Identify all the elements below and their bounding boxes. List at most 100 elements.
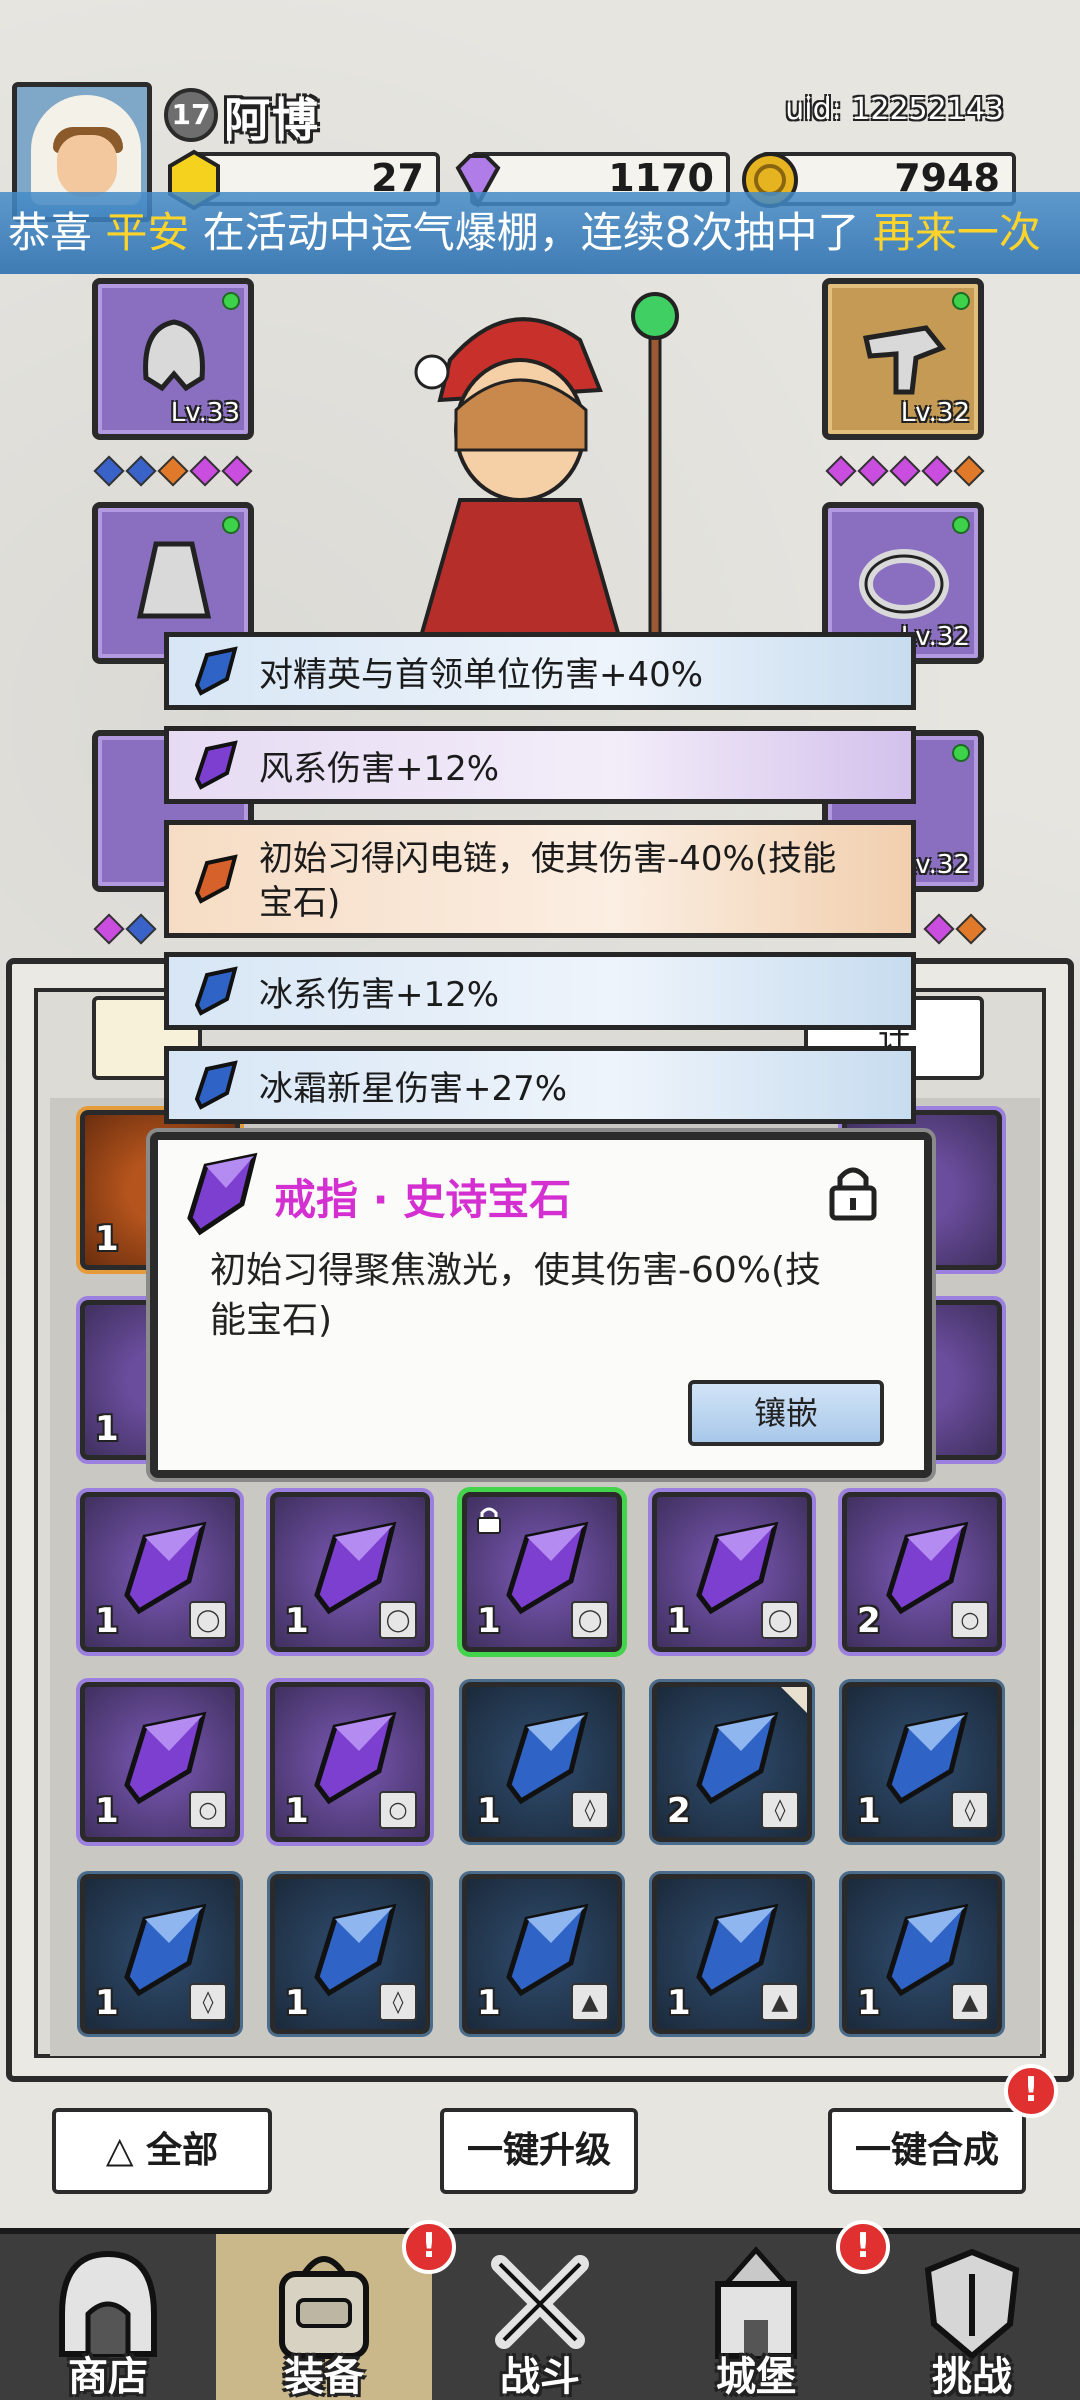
gem-cell[interactable]: 1 ◊ — [80, 1874, 240, 2034]
gem-quantity: 1 — [477, 1791, 501, 1831]
affix-row: 初始习得闪电链，使其伤害-40%(技能宝石) — [164, 820, 916, 938]
player-name: 阿博 — [224, 93, 320, 147]
gem-detail-popup: 戒指 · 史诗宝石 初始习得聚焦激光，使其伤害-60%(技能宝石) 镶嵌 — [150, 1132, 932, 1478]
affix-row: 对精英与首领单位伤害+40% — [164, 632, 916, 710]
gem-quantity: 1 — [857, 1791, 881, 1831]
affix-text: 初始习得闪电链，使其伤害-40%(技能宝石) — [259, 839, 837, 923]
gem-quantity: 1 — [477, 1601, 501, 1641]
nav-label: 装备 — [284, 2354, 364, 2400]
nav-label: 商店 — [68, 2354, 148, 2400]
ring-slot-icon: ◯ — [761, 1601, 799, 1639]
gem-cell[interactable]: 1 ◯ — [80, 1492, 240, 1652]
armor-slot-icon: ▲ — [951, 1983, 989, 2021]
equip-ready-dot — [222, 292, 240, 310]
affix-text: 冰霜新星伤害+27% — [259, 1068, 568, 1109]
player-uid: uid: 12252143 — [785, 92, 1004, 127]
purple-gem-icon — [194, 740, 238, 790]
gem-cell[interactable]: 1 ▲ — [462, 1874, 622, 2034]
gem-socket-row-right-1 — [825, 455, 985, 487]
amulet-slot-icon: ○ — [951, 1601, 989, 1639]
affix-row: 冰霜新星伤害+27% — [164, 1046, 916, 1124]
equip-alert-badge: ! — [402, 2220, 456, 2274]
gem-cell[interactable]: 1 ◊ — [270, 1874, 430, 2034]
gem-quantity: 1 — [95, 1409, 119, 1449]
bracer-icon — [862, 325, 947, 395]
gem-quantity: 1 — [285, 1983, 309, 2023]
embed-button[interactable]: 镶嵌 — [688, 1380, 884, 1446]
gem-quantity: 1 — [285, 1791, 309, 1831]
equip-ready-dot — [952, 516, 970, 534]
gem-quantity: 1 — [95, 1983, 119, 2023]
orange-gem-icon — [194, 854, 238, 904]
gem-cell[interactable]: 2 ◊ — [652, 1682, 812, 1842]
lock-icon[interactable] — [826, 1160, 880, 1222]
gem-cell[interactable]: 1 ○ — [80, 1682, 240, 1842]
ring-slot-icon: ◯ — [379, 1601, 417, 1639]
equip-ready-dot — [952, 744, 970, 762]
armor-slot-icon: ▲ — [761, 1983, 799, 2021]
nav-label: 城堡 — [716, 2354, 796, 2400]
gem-quantity: 1 — [95, 1791, 119, 1831]
gem-quantity: 1 — [477, 1983, 501, 2023]
equip-ready-dot — [952, 292, 970, 310]
marquee-middle: 在活动中运气爆棚，连续8次抽中了 — [189, 208, 873, 257]
nav-equipment[interactable]: 装备 — [216, 2234, 432, 2400]
gem-cell[interactable]: 1 ◯ — [652, 1492, 812, 1652]
blue-gem-icon — [194, 1060, 238, 1110]
merge-all-button[interactable]: 一键合成 — [828, 2108, 1026, 2194]
armor-slot-icon: ▲ — [571, 1983, 609, 2021]
nav-shop[interactable]: 商店 — [0, 2234, 216, 2400]
gem-quantity: 2 — [667, 1791, 691, 1831]
gem-quantity: 1 — [667, 1601, 691, 1641]
gem-socket-row-right-3 — [923, 913, 987, 945]
affix-row: 冰系伤害+12% — [164, 952, 916, 1030]
gem-quantity: 1 — [857, 1983, 881, 2023]
nav-challenge[interactable]: 挑战 — [864, 2234, 1080, 2400]
gem-cell[interactable]: 2 ○ — [842, 1492, 1002, 1652]
blue-gem-icon — [194, 646, 238, 696]
gem-cell[interactable]: 1 ◊ — [462, 1682, 622, 1842]
nav-label: 挑战 — [932, 2354, 1012, 2400]
amulet-slot-icon: ○ — [379, 1791, 417, 1829]
announcement-marquee: 恭喜 平安 在活动中运气爆棚，连续8次抽中了 再来一次 — [0, 192, 1080, 274]
popup-description: 初始习得聚焦激光，使其伤害-60%(技能宝石) — [210, 1250, 822, 1341]
affix-text: 风系伤害+12% — [259, 748, 500, 789]
shield-slot-icon: ◊ — [951, 1791, 989, 1829]
equip-slot-bracer[interactable]: Lv.32 — [822, 278, 984, 440]
popup-title: 戒指 · 史诗宝石 — [274, 1175, 572, 1224]
shield-slot-icon: ◊ — [761, 1791, 799, 1829]
cape-icon — [136, 541, 212, 619]
nav-label: 战斗 — [500, 2354, 580, 2400]
equip-slot-helmet[interactable]: Lv.33 — [92, 278, 254, 440]
affix-text: 对精英与首领单位伤害+40% — [259, 654, 704, 695]
gem-cell[interactable]: 1 ○ — [270, 1682, 430, 1842]
ring-slot-icon: ◯ — [571, 1601, 609, 1639]
triangle-icon: △ — [105, 2130, 147, 2171]
gem-cell[interactable]: 1 ▲ — [652, 1874, 812, 2034]
bottom-navigation: 商店 装备 战斗 城堡 挑战 — [0, 2228, 1080, 2400]
nav-battle[interactable]: 战斗 — [432, 2234, 648, 2400]
marquee-prefix: 恭喜 — [8, 208, 106, 257]
merge-alert-badge: ! — [1004, 2064, 1058, 2118]
ring-slot-icon: ◯ — [189, 1601, 227, 1639]
hero-character — [414, 292, 679, 640]
gem-cell[interactable]: 1 ◊ — [842, 1682, 1002, 1842]
filter-all-button[interactable]: △ 全部 — [52, 2108, 272, 2194]
gem-quantity: 1 — [95, 1601, 119, 1641]
equip-level: Lv.32 — [900, 398, 970, 428]
gem-cell[interactable]: 1 ▲ — [842, 1874, 1002, 2034]
ring-icon — [859, 549, 949, 619]
amulet-slot-icon: ○ — [189, 1791, 227, 1829]
gem-cell[interactable]: 1 ◯ — [270, 1492, 430, 1652]
avatar-face — [57, 135, 117, 197]
equip-ready-dot — [222, 516, 240, 534]
filter-all-label: 全部 — [146, 2130, 219, 2171]
gem-quantity: 1 — [285, 1601, 309, 1641]
gem-cell[interactable]: 1 ◯ — [462, 1492, 622, 1652]
affix-row: 风系伤害+12% — [164, 726, 916, 804]
upgrade-all-button[interactable]: 一键升级 — [440, 2108, 638, 2194]
blue-gem-icon — [194, 966, 238, 1016]
castle-alert-badge: ! — [836, 2220, 890, 2274]
nav-castle[interactable]: 城堡 — [648, 2234, 864, 2400]
gem-quantity: 1 — [667, 1983, 691, 2023]
